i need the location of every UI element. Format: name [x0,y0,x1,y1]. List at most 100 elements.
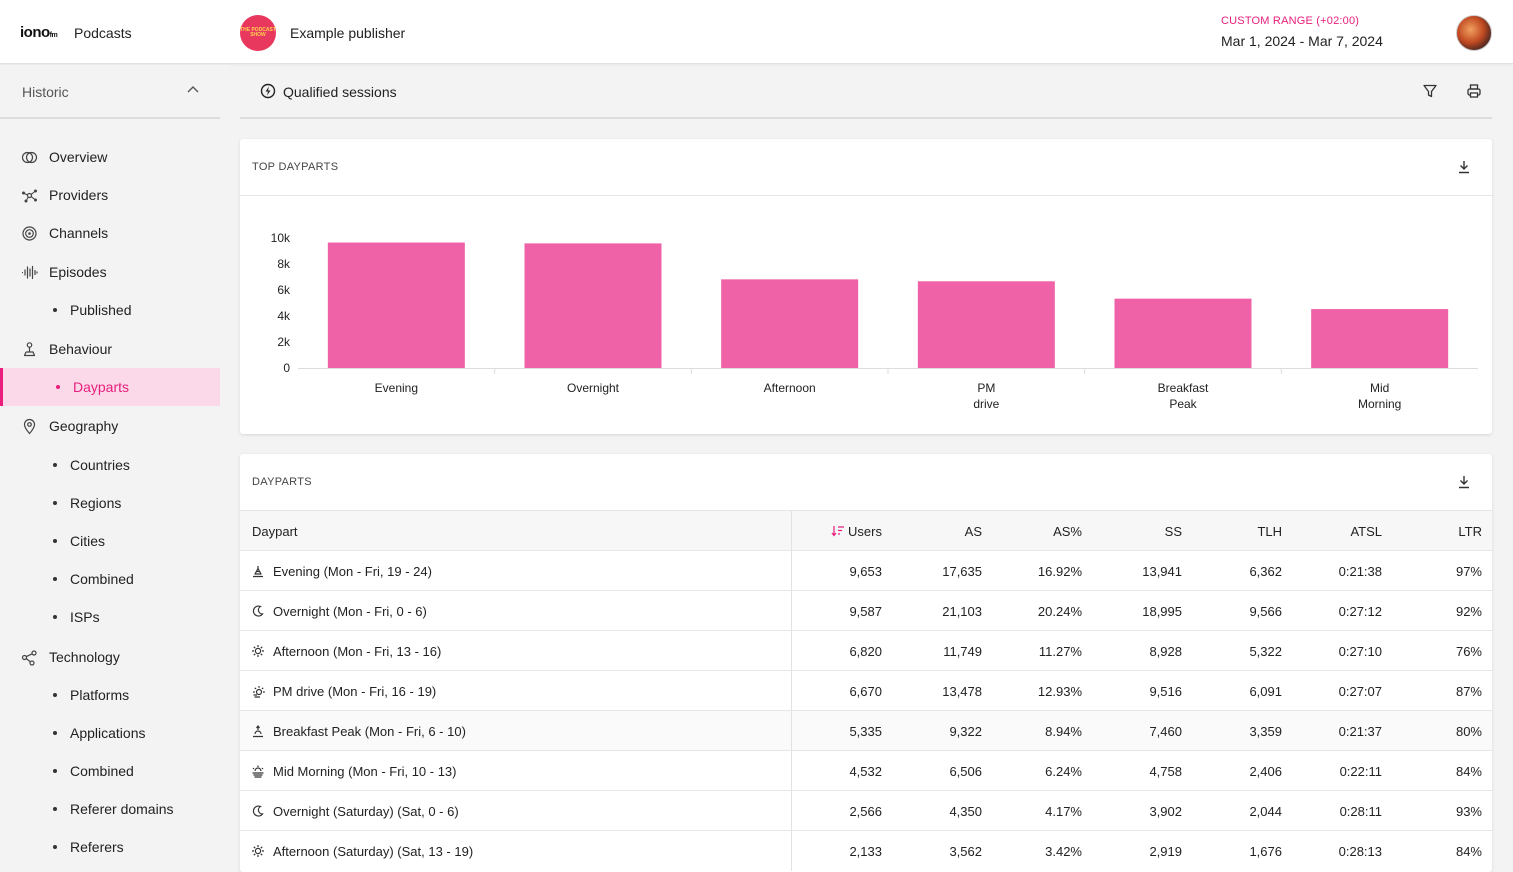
cell-atsl: 0:21:37 [1338,724,1382,739]
x-tick-label: PM drive [973,381,999,411]
sidebar-item-combined[interactable]: Combined [0,560,220,598]
daypart-name: Overnight (Mon - Fri, 0 - 6) [273,604,427,619]
publisher-logo[interactable]: THE PODCAST SHOW [240,15,276,51]
y-tick-label: 4k [277,309,291,323]
filter-icon[interactable] [1422,83,1438,99]
sidebar-item-channels[interactable]: Channels [0,214,220,252]
bullet-icon [53,463,57,467]
bar[interactable] [721,279,859,368]
table-row[interactable]: Breakfast Peak (Mon - Fri, 6 - 10) 5,335 9… [240,710,1492,751]
y-tick-label: 2k [277,335,291,349]
download-icon[interactable] [1456,474,1472,490]
bar[interactable] [917,281,1055,368]
daypart-name: Afternoon (Saturday) (Sat, 13 - 19) [273,844,474,859]
x-tick-label: Mid Morning [1358,381,1401,411]
column-header-tlh[interactable]: TLH [1257,524,1282,539]
column-header-as[interactable]: AS [965,524,982,539]
daypart-name: Afternoon (Mon - Fri, 13 - 16) [273,644,442,659]
sidebar-item-label: Overview [49,149,108,165]
sidebar-item-technology[interactable]: Technology [0,638,220,676]
bar[interactable] [1311,309,1449,368]
user-avatar[interactable] [1456,15,1492,51]
column-header-ss[interactable]: SS [1165,524,1182,539]
metric-selector[interactable]: Qualified sessions [283,84,397,100]
cell-ltr: 92% [1455,604,1482,619]
app-name: Podcasts [74,25,132,41]
cell-ss: 8,928 [1149,644,1182,659]
sidebar-item-behaviour[interactable]: Behaviour [0,330,220,368]
episodes-icon [21,265,38,280]
sidebar-item-label: ISPs [70,609,100,625]
sidebar-item-combined[interactable]: Combined [0,752,220,790]
sidebar-item-cities[interactable]: Cities [0,522,220,560]
sidebar-item-platforms[interactable]: Platforms [0,676,220,714]
table-row[interactable]: Evening (Mon - Fri, 19 - 24) 9,653 17,635 1… [240,550,1492,591]
date-range-value[interactable]: Mar 1, 2024 - Mar 7, 2024 [1221,33,1383,49]
sidebar-item-providers[interactable]: Providers [0,176,220,214]
table-row[interactable]: Mid Morning (Mon - Fri, 10 - 13) 4,532 6,5… [240,750,1492,791]
behaviour-icon [23,342,36,357]
column-divider [791,711,792,751]
date-range-label[interactable]: CUSTOM RANGE (+02:00) [1221,15,1359,27]
cell-as-pct: 20.24% [1037,604,1082,619]
sidebar-item-episodes[interactable]: Episodes [0,253,220,291]
download-icon[interactable] [1456,159,1472,175]
x-tick-label: Evening [375,381,418,395]
cell-ss: 2,919 [1149,844,1182,859]
table-row[interactable]: PM drive (Mon - Fri, 16 - 19) 6,670 13,478… [240,670,1492,711]
cell-tlh: 5,322 [1249,644,1282,659]
cell-as: 4,350 [949,804,982,819]
sidebar-item-applications[interactable]: Applications [0,714,220,752]
sun-haze-icon [252,765,264,778]
card-title: TOP DAYPARTS [252,161,339,173]
cell-as: 9,322 [949,724,982,739]
sidebar-item-countries[interactable]: Countries [0,446,220,484]
sidebar-item-label: Dayparts [73,379,130,395]
dayparts-table-card: DAYPARTS Daypart Users AS AS% SS TLH ATSL LTR Ev… [240,454,1492,872]
bar[interactable] [524,243,662,368]
bullet-icon [53,845,57,849]
cell-as-pct: 4.17% [1045,804,1082,819]
sidebar-item-overview[interactable]: Overview [0,138,220,176]
table-row[interactable]: Afternoon (Mon - Fri, 13 - 16) 6,820 11,74… [240,630,1492,671]
cell-tlh: 6,091 [1249,684,1282,699]
cell-as-pct: 8.94% [1045,724,1082,739]
sidebar-item-referer-domains[interactable]: Referer domains [0,790,220,828]
cell-users: 6,670 [849,684,882,699]
bar[interactable] [1114,298,1252,368]
cell-atsl: 0:28:11 [1339,804,1382,819]
sidebar-section-header[interactable]: Historic [0,65,220,119]
card-title: DAYPARTS [252,476,312,488]
top-bar: ionofm Podcasts THE PODCAST SHOW Example… [0,0,1513,64]
overview-icon [21,151,38,164]
cell-users: 9,653 [849,564,882,579]
column-header-daypart[interactable]: Daypart [252,524,298,539]
column-header-as-pct[interactable]: AS% [1053,524,1082,539]
cell-as: 17,635 [942,564,982,579]
sidebar-item-isps[interactable]: ISPs [0,598,220,636]
column-divider [791,791,792,831]
column-header-atsl[interactable]: ATSL [1350,524,1382,539]
publisher-name[interactable]: Example publisher [290,25,405,41]
sun-icon [252,645,264,657]
x-tick-label: Overnight [567,381,620,395]
sidebar-item-published[interactable]: Published [0,291,220,329]
column-divider [791,751,792,791]
table-row[interactable]: Overnight (Mon - Fri, 0 - 6) 9,587 21,103 2… [240,590,1492,631]
sidebar-item-dayparts[interactable]: Dayparts [0,368,220,406]
print-icon[interactable] [1466,83,1482,99]
sidebar-item-regions[interactable]: Regions [0,484,220,522]
cell-users: 5,335 [849,724,882,739]
column-header-ltr[interactable]: LTR [1458,524,1482,539]
column-header-users[interactable]: Users [831,524,882,539]
cell-ltr: 80% [1455,724,1482,739]
sidebar-item-geography[interactable]: Geography [0,407,220,445]
sidebar-item-referers[interactable]: Referers [0,828,220,866]
sidebar-item-label: Cities [70,533,106,549]
sidebar-item-label: Technology [49,649,120,665]
table-row[interactable]: Afternoon (Saturday) (Sat, 13 - 19) 2,133… [240,830,1492,871]
bar[interactable] [327,242,465,368]
iono-logo[interactable]: ionofm [20,24,58,41]
bullet-icon [56,385,60,389]
table-row[interactable]: Overnight (Saturday) (Sat, 0 - 6) 2,566 4,… [240,790,1492,831]
